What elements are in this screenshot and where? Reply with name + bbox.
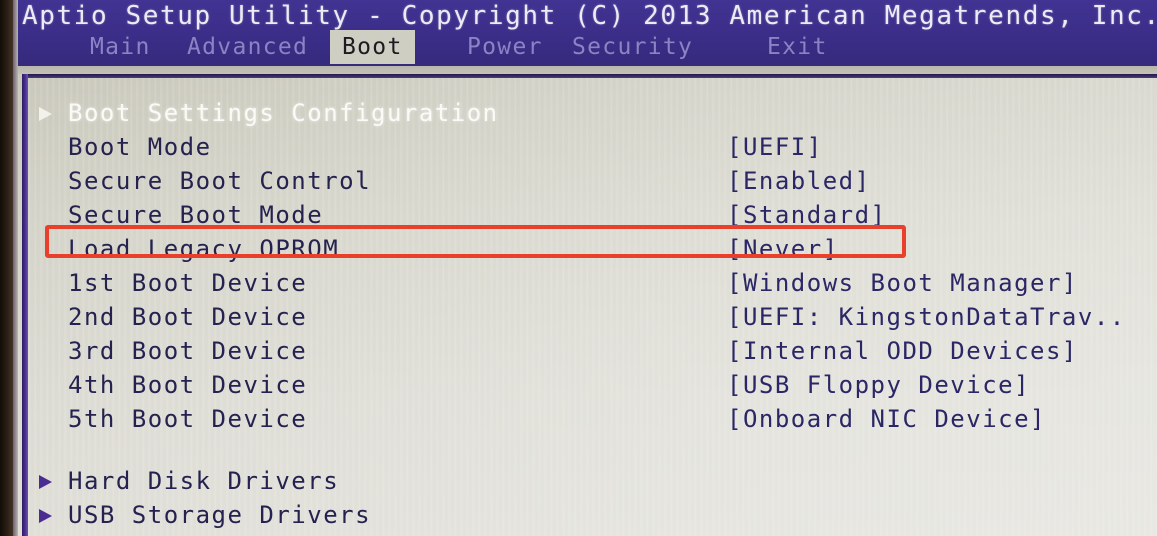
settings-row[interactable]: Boot Mode [UEFI] (13, 130, 1157, 164)
setting-label: 3rd Boot Device (68, 337, 308, 365)
setting-value[interactable]: [Windows Boot Manager] (727, 266, 1078, 300)
photo-left-edge-inner (13, 0, 18, 536)
setting-value[interactable]: [USB Floppy Device] (727, 368, 1030, 402)
settings-row[interactable]: 5th Boot Device [Onboard NIC Device] (13, 402, 1157, 436)
settings-row[interactable]: Hard Disk Drivers (13, 464, 1157, 498)
page-title: Aptio Setup Utility - Copyright (C) 2013… (22, 1, 1157, 31)
menu-bar: Main Advanced Boot Power Security Exit (0, 30, 1157, 66)
setting-label: 4th Boot Device (68, 371, 308, 399)
setting-label: Boot Settings Configuration (68, 99, 499, 127)
settings-row[interactable]: 1st Boot Device [Windows Boot Manager] (13, 266, 1157, 300)
settings-panel: Boot Settings Configuration Boot Mode [UEF… (13, 74, 1157, 536)
menu-tab-advanced[interactable]: Advanced (175, 30, 320, 64)
setting-label: 5th Boot Device (68, 405, 308, 433)
setting-value[interactable]: [UEFI: KingstonDataTrav.. (727, 300, 1126, 334)
title-bar: Aptio Setup Utility - Copyright (C) 2013… (0, 0, 1157, 66)
setting-value[interactable]: [Standard] (727, 198, 887, 232)
menu-tab-power[interactable]: Power (455, 30, 555, 64)
setting-value[interactable]: [Internal ODD Devices] (727, 334, 1078, 368)
setting-label: USB Storage Drivers (68, 501, 372, 529)
menu-tab-main[interactable]: Main (78, 30, 163, 64)
settings-row[interactable]: Boot Settings Configuration (13, 96, 1157, 130)
setting-value[interactable]: [Onboard NIC Device] (727, 402, 1046, 436)
submenu-arrow-icon (39, 475, 52, 489)
setting-label: Hard Disk Drivers (68, 467, 340, 495)
menu-tab-exit[interactable]: Exit (755, 30, 840, 64)
submenu-arrow-icon (39, 107, 52, 121)
photo-left-edge (0, 0, 13, 536)
bios-setup-screen: Aptio Setup Utility - Copyright (C) 2013… (0, 0, 1157, 536)
settings-row-list: Boot Settings Configuration Boot Mode [UEF… (13, 74, 1157, 536)
setting-value[interactable]: [Never] (727, 232, 839, 266)
settings-row[interactable]: Secure Boot Mode [Standard] (13, 198, 1157, 232)
settings-row[interactable]: Load Legacy OPROM [Never] (13, 232, 1157, 266)
menu-tab-boot[interactable]: Boot (330, 30, 415, 64)
settings-row[interactable]: 2nd Boot Device [UEFI: KingstonDataTrav.. (13, 300, 1157, 334)
settings-row[interactable]: Secure Boot Control [Enabled] (13, 164, 1157, 198)
setting-label: Secure Boot Control (68, 167, 372, 195)
settings-row[interactable]: USB Storage Drivers (13, 498, 1157, 532)
settings-row[interactable]: 4th Boot Device [USB Floppy Device] (13, 368, 1157, 402)
setting-label: 2nd Boot Device (68, 303, 308, 331)
menu-tab-security[interactable]: Security (560, 30, 705, 64)
setting-value[interactable]: [Enabled] (727, 164, 871, 198)
setting-label: 1st Boot Device (68, 269, 308, 297)
setting-label: Load Legacy OPROM (68, 235, 340, 263)
setting-label: Secure Boot Mode (68, 201, 324, 229)
submenu-arrow-icon (39, 509, 52, 523)
setting-value[interactable]: [UEFI] (727, 130, 823, 164)
setting-label: Boot Mode (68, 133, 212, 161)
settings-row[interactable]: 3rd Boot Device [Internal ODD Devices] (13, 334, 1157, 368)
